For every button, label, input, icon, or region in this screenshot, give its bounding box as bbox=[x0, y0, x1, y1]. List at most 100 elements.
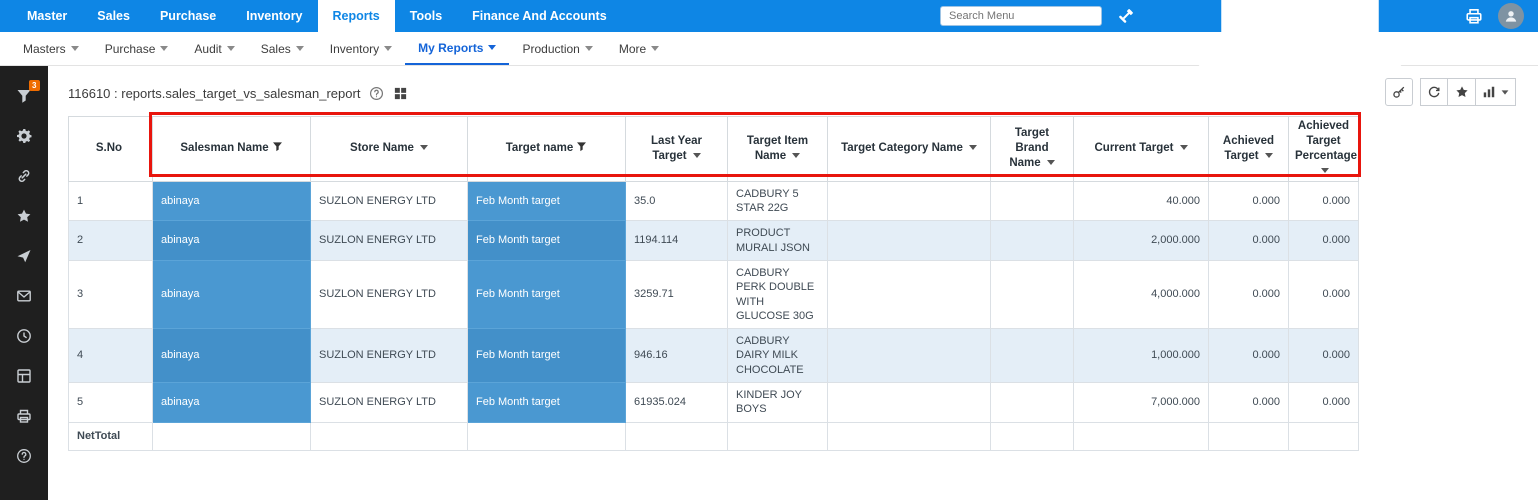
chart-icon bbox=[1482, 85, 1496, 99]
s-no-cell: 3 bbox=[69, 260, 153, 328]
nav-purchase[interactable]: Purchase bbox=[145, 0, 231, 32]
target-item-name-cell: CADBURY 5 STAR 22G bbox=[728, 181, 828, 221]
achieved-target-percentage-cell: 0.000 bbox=[1289, 260, 1359, 328]
subnav-audit[interactable]: Audit bbox=[181, 32, 247, 65]
help-icon bbox=[16, 448, 32, 464]
subnav-more[interactable]: More bbox=[606, 32, 672, 65]
net-total-cell bbox=[153, 422, 311, 450]
col-header-label: S.No bbox=[96, 142, 122, 154]
salesman-name-cell: abinaya bbox=[153, 329, 311, 383]
toolbar-star-button[interactable] bbox=[1448, 78, 1476, 106]
subnav-production[interactable]: Production bbox=[509, 32, 605, 65]
nav-finance-and-accounts[interactable]: Finance And Accounts bbox=[457, 0, 622, 32]
printer-icon[interactable] bbox=[1465, 7, 1483, 25]
col-header-target-brand-name[interactable]: Target Brand Name bbox=[991, 117, 1074, 182]
table-row[interactable]: 3abinayaSUZLON ENERGY LTDFeb Month targe… bbox=[69, 260, 1359, 328]
col-header-achieved-target-percentage[interactable]: Achieved Target Percentage bbox=[1289, 117, 1359, 182]
col-header-target-category-name[interactable]: Target Category Name bbox=[828, 117, 991, 182]
sidebar-window-button[interactable] bbox=[0, 356, 48, 396]
star-icon bbox=[16, 208, 32, 224]
col-header-last-year-target[interactable]: Last Year Target bbox=[626, 117, 728, 182]
table-row[interactable]: 2abinayaSUZLON ENERGY LTDFeb Month targe… bbox=[69, 221, 1359, 261]
subnav-sales[interactable]: Sales bbox=[248, 32, 317, 65]
col-header-current-target[interactable]: Current Target bbox=[1074, 117, 1209, 182]
s-no-cell: 1 bbox=[69, 181, 153, 221]
s-no-cell: 2 bbox=[69, 221, 153, 261]
store-name-cell: SUZLON ENERGY LTD bbox=[311, 181, 468, 221]
net-total-cell bbox=[1074, 422, 1209, 450]
net-total-cell bbox=[1289, 422, 1359, 450]
caret-down-icon bbox=[1047, 160, 1055, 165]
target-name-cell: Feb Month target bbox=[468, 221, 626, 261]
sidebar-filter-button[interactable]: 3 bbox=[0, 76, 48, 116]
col-header-label: Store Name bbox=[350, 142, 414, 154]
col-header-target-name[interactable]: Target name bbox=[468, 117, 626, 182]
subnav-my-reports[interactable]: My Reports bbox=[405, 32, 509, 65]
subnav-label: More bbox=[619, 42, 646, 56]
toolbar-chart-button[interactable] bbox=[1476, 78, 1516, 106]
link-icon bbox=[16, 168, 32, 184]
caret-down-icon bbox=[160, 46, 168, 51]
search-input[interactable] bbox=[940, 6, 1102, 26]
table-row[interactable]: 4abinayaSUZLON ENERGY LTDFeb Month targe… bbox=[69, 329, 1359, 383]
achieved-target-percentage-cell: 0.000 bbox=[1289, 329, 1359, 383]
col-header-s-no[interactable]: S.No bbox=[69, 117, 153, 182]
s-no-cell: 5 bbox=[69, 383, 153, 423]
col-header-achieved-target[interactable]: Achieved Target bbox=[1209, 117, 1289, 182]
salesman-name-cell: abinaya bbox=[153, 181, 311, 221]
store-name-cell: SUZLON ENERGY LTD bbox=[311, 383, 468, 423]
left-sidebar: 3 bbox=[0, 66, 48, 500]
achieved-target-cell: 0.000 bbox=[1209, 329, 1289, 383]
toolbar-key-button[interactable] bbox=[1385, 78, 1413, 106]
nav-master[interactable]: Master bbox=[12, 0, 82, 32]
achieved-target-cell: 0.000 bbox=[1209, 181, 1289, 221]
net-total-cell bbox=[626, 422, 728, 450]
grid-icon[interactable] bbox=[393, 86, 408, 101]
send-icon bbox=[16, 248, 32, 264]
filter-badge: 3 bbox=[29, 80, 40, 91]
subnav-label: My Reports bbox=[418, 41, 483, 55]
nav-tools[interactable]: Tools bbox=[395, 0, 457, 32]
nav-sales[interactable]: Sales bbox=[82, 0, 145, 32]
nav-inventory[interactable]: Inventory bbox=[231, 0, 317, 32]
caret-down-icon bbox=[227, 46, 235, 51]
help-icon[interactable] bbox=[369, 86, 384, 101]
caret-down-icon bbox=[420, 145, 428, 150]
target-name-cell: Feb Month target bbox=[468, 383, 626, 423]
net-total-label: NetTotal bbox=[69, 422, 153, 450]
sidebar-mail-button[interactable] bbox=[0, 276, 48, 316]
subnav-label: Sales bbox=[261, 42, 291, 56]
toolbar-refresh-button[interactable] bbox=[1420, 78, 1448, 106]
sidebar-star-button[interactable] bbox=[0, 196, 48, 236]
subnav-inventory[interactable]: Inventory bbox=[317, 32, 405, 65]
sidebar-gear-button[interactable] bbox=[0, 116, 48, 156]
caret-down-icon bbox=[585, 46, 593, 51]
gavel-icon[interactable] bbox=[1117, 7, 1135, 25]
caret-down-icon bbox=[1180, 145, 1188, 150]
main-content: 116610 : reports.sales_target_vs_salesma… bbox=[48, 66, 1538, 500]
col-header-target-item-name[interactable]: Target Item Name bbox=[728, 117, 828, 182]
caret-down-icon bbox=[296, 46, 304, 51]
nav-reports[interactable]: Reports bbox=[318, 0, 395, 32]
sidebar-send-button[interactable] bbox=[0, 236, 48, 276]
report-header: 116610 : reports.sales_target_vs_salesma… bbox=[68, 78, 1538, 108]
subnav-label: Purchase bbox=[105, 42, 156, 56]
subnav-masters[interactable]: Masters bbox=[10, 32, 92, 65]
caret-down-icon bbox=[792, 153, 800, 158]
subnav-purchase[interactable]: Purchase bbox=[92, 32, 182, 65]
current-target-cell: 2,000.000 bbox=[1074, 221, 1209, 261]
col-header-label: Achieved Target Percentage bbox=[1295, 120, 1357, 162]
sidebar-clock-button[interactable] bbox=[0, 316, 48, 356]
sidebar-printer-button[interactable] bbox=[0, 396, 48, 436]
col-header-label: Target Category Name bbox=[841, 142, 963, 154]
col-header-store-name[interactable]: Store Name bbox=[311, 117, 468, 182]
table-row[interactable]: 1abinayaSUZLON ENERGY LTDFeb Month targe… bbox=[69, 181, 1359, 221]
net-total-cell bbox=[991, 422, 1074, 450]
sidebar-link-button[interactable] bbox=[0, 156, 48, 196]
avatar[interactable] bbox=[1498, 3, 1524, 29]
sidebar-help-button[interactable] bbox=[0, 436, 48, 476]
target-brand-name-cell bbox=[991, 329, 1074, 383]
table-row[interactable]: 5abinayaSUZLON ENERGY LTDFeb Month targe… bbox=[69, 383, 1359, 423]
col-header-salesman-name[interactable]: Salesman Name bbox=[153, 117, 311, 182]
main-menu: MasterSalesPurchaseInventoryReportsTools… bbox=[0, 0, 622, 32]
